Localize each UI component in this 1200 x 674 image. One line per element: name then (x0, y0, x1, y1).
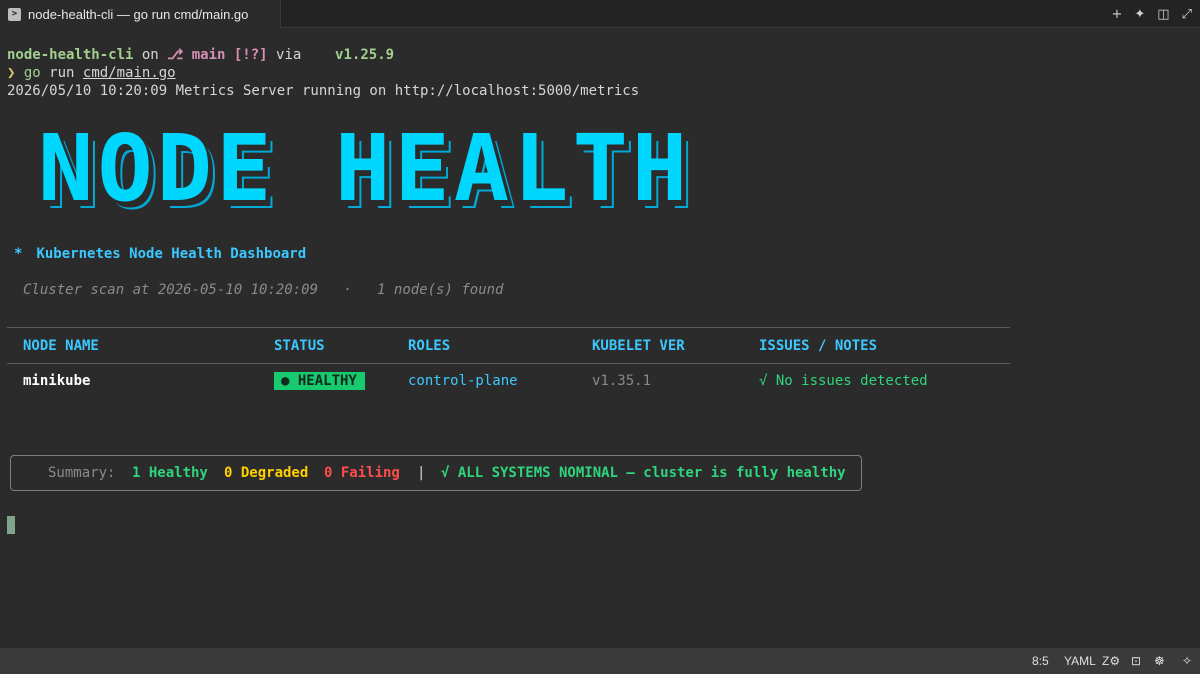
star-icon: * (14, 246, 23, 262)
table-header-rule (7, 363, 1010, 364)
issues-cell: √ No issues detected (759, 373, 928, 389)
roles-cell: control-plane (408, 373, 518, 389)
status-badge: ● HEALTHY (274, 372, 365, 390)
tab-bar: > node-health-cli — go run cmd/main.go +… (0, 0, 1200, 28)
prompt-chevron-icon: ❯ (7, 65, 16, 81)
summary-healthy: 1 Healthy (132, 465, 208, 481)
expand-icon[interactable]: ⤢ (1182, 7, 1192, 22)
summary-box: Summary: 1 Healthy 0 Degraded 0 Failing … (10, 455, 862, 491)
terminal-panel-icon[interactable]: ⊡ (1131, 654, 1141, 668)
cursor-position[interactable]: 8:5 (1032, 654, 1049, 668)
go-icon (310, 47, 335, 63)
summary-separator: | (417, 465, 426, 481)
bug-icon[interactable]: ☸ (1154, 654, 1165, 668)
summary-failing: 0 Failing (324, 465, 400, 481)
git-branch-icon: ⎇ (167, 47, 192, 63)
summary-label: Summary: (48, 465, 116, 481)
summary-nominal: √ ALL SYSTEMS NOMINAL — cluster is fully… (441, 465, 846, 481)
table-top-rule (7, 327, 1010, 328)
tab-terminal[interactable]: > node-health-cli — go run cmd/main.go (0, 0, 281, 28)
git-status (225, 47, 233, 63)
command-line: ❯ go run cmd/main.go (7, 65, 176, 81)
command-run: run (40, 65, 83, 81)
ai-sparkle-icon[interactable]: ✦ (1134, 7, 1145, 22)
header-kubelet-ver: KUBELET VER (592, 338, 685, 354)
scan-time: Cluster scan at 2026-05-10 10:20:09 (23, 282, 319, 298)
git-branch: main (191, 47, 226, 63)
header-issues: ISSUES / NOTES (759, 338, 878, 354)
header-node-name: NODE NAME (23, 338, 99, 354)
kubelet-cell: v1.35.1 (592, 373, 652, 389)
add-tab-icon[interactable]: + (1111, 7, 1122, 22)
node-count: 1 node(s) found (377, 282, 504, 298)
scan-info: Cluster scan at 2026-05-10 10:20:09 · 1 … (23, 282, 503, 298)
split-pane-icon[interactable]: ◫ (1157, 7, 1169, 22)
tab-actions: + ✦ ◫ ⤢ (1111, 0, 1192, 28)
status-bar: 8:5 YAML Z⚙ ⊡ ☸ ✧ (0, 648, 1200, 674)
terminal-cursor (7, 516, 15, 534)
ascii-banner: NODE HEALTH (38, 115, 692, 222)
prompt-directory: node-health-cli (7, 47, 134, 63)
prompt-via: via (267, 47, 310, 63)
terminal-icon: > (8, 7, 21, 21)
scan-separator: · (343, 282, 352, 298)
tab-title: node-health-cli — go run cmd/main.go (28, 6, 249, 22)
command-go: go (23, 65, 41, 81)
header-status: STATUS (274, 338, 325, 354)
dashboard-subtitle: * Kubernetes Node Health Dashboard (14, 246, 306, 262)
summary-degraded: 0 Degraded (224, 465, 309, 481)
status-cell: ● HEALTHY (274, 372, 365, 390)
node-name-cell: minikube (23, 373, 91, 389)
git-status-flags: [!?] (233, 47, 268, 63)
prompt-on: on (133, 47, 168, 63)
header-roles: ROLES (408, 338, 451, 354)
sparkle-icon[interactable]: ✧ (1182, 654, 1192, 668)
go-version: v1.25.9 (335, 47, 395, 63)
log-line: 2026/05/10 10:20:09 Metrics Server runni… (7, 83, 640, 99)
subtitle-text: Kubernetes Node Health Dashboard (36, 246, 307, 262)
command-path[interactable]: cmd/main.go (83, 65, 176, 81)
language-mode[interactable]: YAML (1064, 654, 1096, 668)
translate-icon[interactable]: Z⚙ (1102, 654, 1120, 668)
prompt-line: node-health-cli on ⎇ main [!?] via v1.25… (7, 47, 394, 63)
